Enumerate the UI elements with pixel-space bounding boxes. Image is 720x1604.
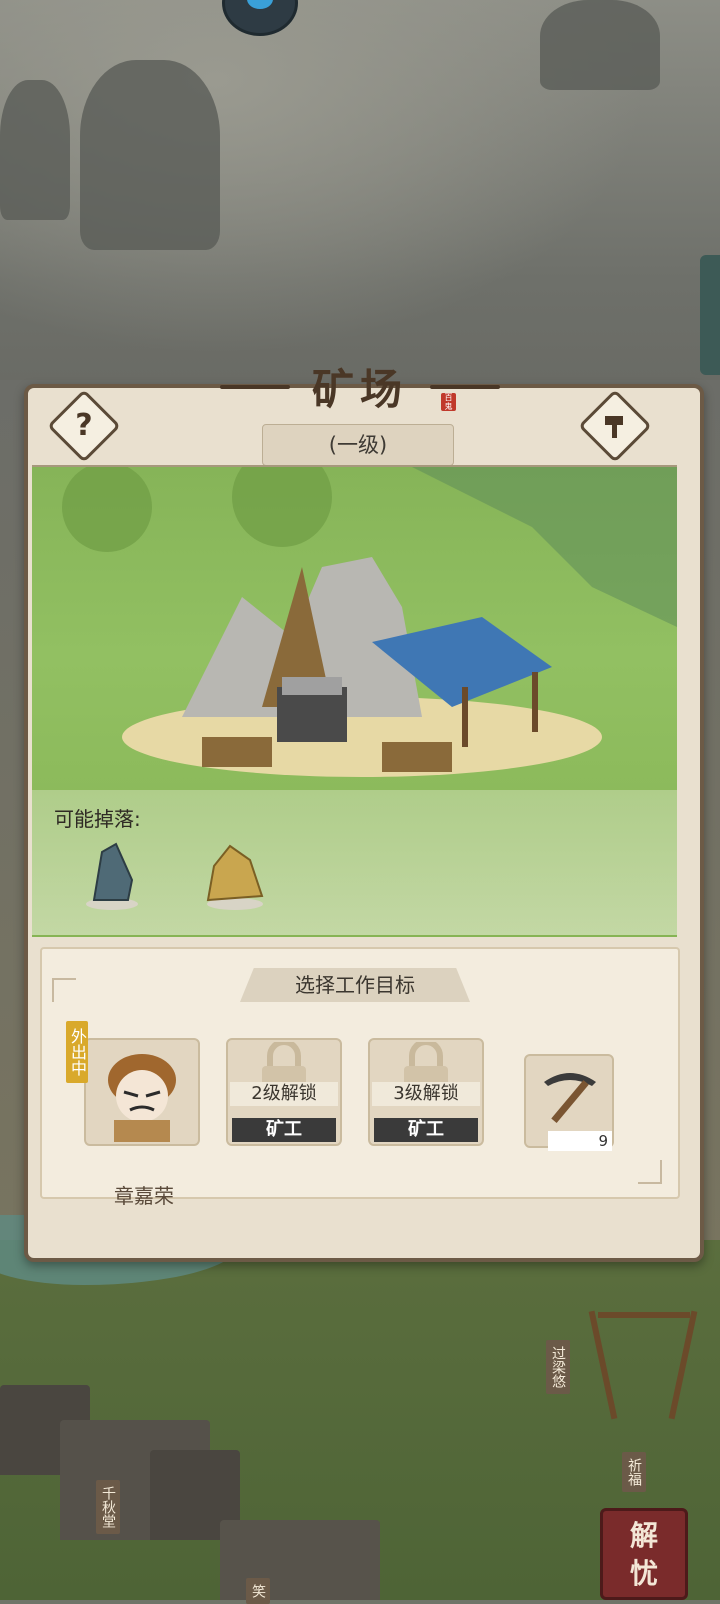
mountain-peak [80, 60, 220, 250]
gold-ore-icon[interactable] [200, 840, 270, 912]
mountain-peak [540, 0, 660, 90]
title-ornament-right [430, 385, 500, 389]
hammer-icon [605, 416, 623, 438]
swing-frame [598, 1312, 690, 1318]
pickaxe-icon [544, 1073, 596, 1123]
worker-portrait [108, 1054, 176, 1142]
worker-slot-locked[interactable]: 3级解锁 矿工 [368, 1038, 484, 1146]
tool-count-value: 9 [598, 1132, 608, 1150]
drop-label: 可能掉落: [54, 807, 141, 831]
mountain-peak [0, 80, 70, 220]
sign-laugh[interactable]: 笑 [246, 1578, 270, 1604]
level-text: (一级) [328, 433, 388, 457]
sign-label: 笑 [250, 1584, 266, 1598]
sign-guoliangyou[interactable]: 过梁悠 [546, 1340, 570, 1394]
building-level: (一级) [262, 424, 454, 466]
question-icon: ? [75, 408, 93, 443]
seal-stamp: 百鬼 [441, 393, 456, 411]
title-ornament-left [220, 385, 290, 389]
village-house [220, 1520, 380, 1600]
side-drawer-tab[interactable] [700, 255, 720, 375]
corner-ornament [638, 1160, 662, 1184]
unlock-requirement: 2级解锁 [230, 1082, 338, 1106]
work-target-label: 选择工作目标 [295, 973, 415, 997]
tool-count: 9 [548, 1131, 612, 1151]
work-target-tab: 选择工作目标 [240, 968, 470, 1002]
panel-header: 矿场 [180, 355, 540, 425]
sign-label: 过梁悠 [550, 1346, 566, 1388]
worker-card[interactable] [84, 1038, 200, 1146]
sign-label: 千秋堂 [100, 1486, 116, 1528]
iron-ore-icon[interactable] [80, 840, 144, 912]
resolve-button-label: 解忧 [629, 1519, 658, 1590]
worker-name: 章嘉荣 [114, 1184, 174, 1208]
help-button[interactable]: ? [47, 389, 121, 463]
building-title: 矿场 [311, 365, 408, 414]
slot-role-label: 矿工 [232, 1118, 336, 1142]
worker-slot-locked[interactable]: 2级解锁 矿工 [226, 1038, 342, 1146]
sign-qianqiutang[interactable]: 千秋堂 [96, 1480, 120, 1534]
resolve-button[interactable]: 解忧 [600, 1508, 688, 1600]
unlock-requirement: 3级解锁 [372, 1082, 480, 1106]
corner-ornament [52, 978, 76, 1002]
upgrade-button[interactable] [578, 389, 652, 463]
sign-qifu[interactable]: 祈福 [622, 1452, 646, 1492]
worker-status-badge: 外出中 [66, 1021, 88, 1083]
slot-role-label: 矿工 [374, 1118, 478, 1142]
sign-label: 祈福 [626, 1458, 642, 1486]
